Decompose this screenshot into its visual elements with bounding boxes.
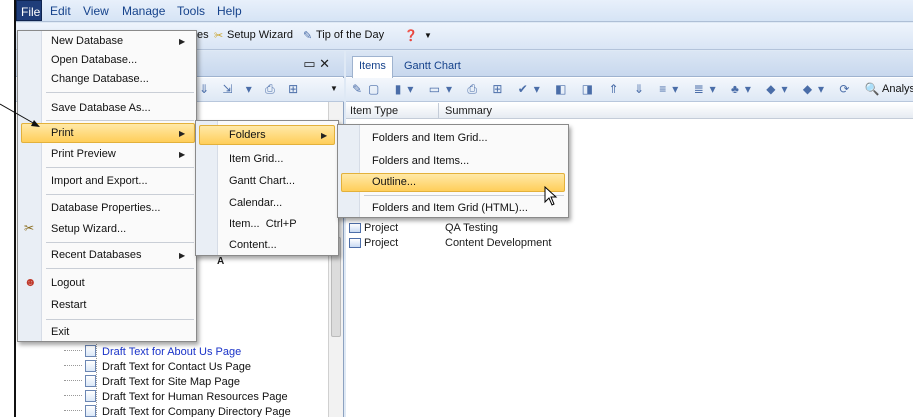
- row-summary: QA Testing: [445, 222, 498, 234]
- menu-item-folders-items[interactable]: Folders and Items...: [372, 155, 469, 167]
- analysis-button[interactable]: Analysis: [882, 83, 913, 95]
- document-icon: [85, 390, 96, 402]
- items-tabstrip: Items Gantt Chart: [346, 51, 913, 78]
- project-icon: [349, 238, 361, 248]
- menu-item-logout[interactable]: Logout: [51, 277, 85, 289]
- menu-item-content[interactable]: Content...: [229, 239, 277, 251]
- menu-help[interactable]: Help: [217, 4, 242, 18]
- menu-item-change-database[interactable]: Change Database...: [51, 73, 149, 85]
- tree-item[interactable]: Draft Text for Contact Us Page: [64, 360, 251, 374]
- menu-file[interactable]: File: [16, 0, 42, 21]
- items-toolbar-icons[interactable]: ✎▢ ▮▾ ▭▾ ⎙ ⊞ ✔▾ ◧ ◨ ⇑ ⇓ ≡▾ ≣▾ ♣▾ ◆▾ ◆▾ ⟳…: [352, 82, 886, 97]
- menu-edit[interactable]: Edit: [50, 4, 71, 18]
- tip-icon: ✎: [303, 30, 313, 42]
- menu-item-recent-databases[interactable]: Recent Databases: [51, 249, 142, 261]
- menu-item-item-grid[interactable]: Item Grid...: [229, 153, 283, 165]
- chevron-down-icon[interactable]: ▼: [330, 84, 338, 93]
- grid-header: Item Type Summary: [346, 103, 913, 119]
- row-type: Project: [364, 222, 399, 234]
- submenu-arrow-icon: ▶: [179, 251, 186, 260]
- submenu-arrow-icon: ▶: [321, 131, 328, 140]
- tree-item[interactable]: Draft Text for About Us Page: [64, 345, 241, 359]
- tree-item[interactable]: Draft Text for Company Directory Page: [64, 405, 291, 417]
- submenu-arrow-icon: ▶: [179, 150, 186, 159]
- submenu-arrow-icon: ▶: [179, 129, 186, 138]
- menu-highlight: [21, 123, 195, 143]
- menu-item-print-preview[interactable]: Print Preview: [51, 148, 116, 160]
- shortcut-text: Ctrl+P: [265, 218, 297, 230]
- table-row[interactable]: Project Content Development: [346, 237, 913, 250]
- setup-wizard-icon: ✂: [24, 221, 35, 235]
- menu-item-setup-wizard[interactable]: Setup Wizard...: [51, 223, 126, 235]
- menu-separator: [46, 319, 194, 320]
- close-icon[interactable]: ▭ ✕: [303, 56, 330, 72]
- menu-item-new-database[interactable]: New Database: [51, 35, 123, 47]
- column-summary[interactable]: Summary: [445, 105, 492, 117]
- menu-item-restart[interactable]: Restart: [51, 299, 86, 311]
- setup-wizard-button[interactable]: Setup Wizard: [227, 29, 293, 41]
- folder-toolbar-icons[interactable]: ⇓ ⇲ ▾ ⎙ ⊞: [199, 82, 303, 97]
- menu-separator: [46, 120, 194, 121]
- toolbar-partial-label: es: [197, 29, 209, 41]
- menu-separator: [46, 242, 194, 243]
- app: File Edit View Manage Tools Help es ✂ Se…: [0, 0, 913, 417]
- folders-submenu: Folders and Item Grid... Folders and Ite…: [337, 124, 569, 218]
- project-icon: [349, 223, 361, 233]
- menu-gutter: [18, 31, 42, 341]
- menu-item-folders-item-grid[interactable]: Folders and Item Grid...: [372, 132, 488, 144]
- menu-item-print[interactable]: Print: [51, 127, 74, 139]
- menu-gutter: [338, 125, 360, 217]
- print-submenu: Folders ▶ Item Grid... Gantt Chart... Ca…: [195, 120, 339, 256]
- menu-view[interactable]: View: [83, 4, 109, 18]
- menu-item-item[interactable]: Item... Ctrl+P: [229, 218, 297, 230]
- help-icon[interactable]: ❓: [404, 29, 418, 42]
- tree-item[interactable]: Draft Text for Site Map Page: [64, 375, 240, 389]
- tab-items[interactable]: Items: [352, 56, 393, 78]
- column-item-type[interactable]: Item Type: [350, 105, 398, 117]
- table-row[interactable]: Project QA Testing: [346, 222, 913, 235]
- menu-separator: [46, 92, 194, 93]
- menu-separator: [46, 268, 194, 269]
- menu-manage[interactable]: Manage: [122, 4, 165, 18]
- document-icon: [85, 405, 96, 417]
- document-icon: [85, 360, 96, 372]
- row-type: Project: [364, 237, 399, 249]
- chevron-down-icon[interactable]: ▼: [424, 31, 432, 40]
- outer-margin: [0, 0, 14, 417]
- menu-highlight: [199, 125, 335, 145]
- menu-item-open-database[interactable]: Open Database...: [51, 54, 137, 66]
- tree-item[interactable]: Draft Text for Human Resources Page: [64, 390, 288, 404]
- menu-item-import-export[interactable]: Import and Export...: [51, 175, 148, 187]
- menu-item-outline[interactable]: Outline...: [372, 176, 416, 188]
- row-summary: Content Development: [445, 237, 552, 249]
- menu-separator: [46, 194, 194, 195]
- tip-of-the-day-button[interactable]: Tip of the Day: [316, 29, 384, 41]
- menu-separator: [46, 167, 194, 168]
- submenu-arrow-icon: ▶: [179, 37, 186, 46]
- user-icon: ☻: [24, 275, 37, 289]
- menu-item-folders-item-grid-html[interactable]: Folders and Item Grid (HTML)...: [372, 202, 528, 214]
- file-menu: New Database ▶ Open Database... Change D…: [17, 30, 197, 342]
- setup-wizard-icon: ✂: [214, 30, 224, 42]
- column-separator[interactable]: [438, 103, 439, 119]
- menu-tools[interactable]: Tools: [177, 4, 205, 18]
- menu-item-calendar[interactable]: Calendar...: [229, 197, 282, 209]
- tree-partial-label: A: [217, 256, 225, 267]
- items-pane: Items Gantt Chart ✎▢ ▮▾ ▭▾ ⎙ ⊞ ✔▾ ◧ ◨ ⇑ …: [346, 51, 913, 417]
- document-icon: [85, 345, 96, 357]
- menu-item-gantt-chart[interactable]: Gantt Chart...: [229, 175, 295, 187]
- menu-item-save-database-as[interactable]: Save Database As...: [51, 102, 151, 114]
- items-toolbar: ✎▢ ▮▾ ▭▾ ⎙ ⊞ ✔▾ ◧ ◨ ⇑ ⇓ ≡▾ ≣▾ ♣▾ ◆▾ ◆▾ ⟳…: [346, 78, 913, 102]
- menu-separator: [364, 195, 564, 196]
- menu-item-folders[interactable]: Folders: [229, 129, 266, 141]
- tab-gantt-chart[interactable]: Gantt Chart: [398, 57, 467, 77]
- mouse-pointer-icon: [544, 186, 558, 206]
- menubar: File Edit View Manage Tools Help: [16, 0, 913, 22]
- menu-item-database-properties[interactable]: Database Properties...: [51, 202, 160, 214]
- document-icon: [85, 375, 96, 387]
- menu-item-exit[interactable]: Exit: [51, 326, 69, 338]
